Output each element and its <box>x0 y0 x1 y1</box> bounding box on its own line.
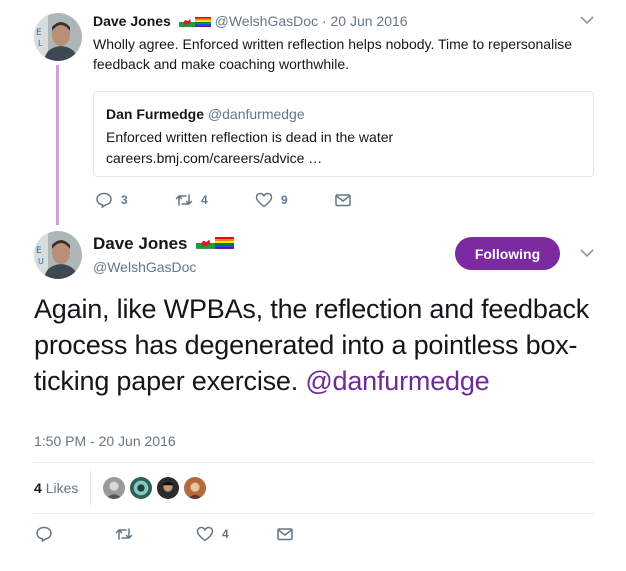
wales-flag-icon <box>196 237 216 249</box>
reply-icon <box>36 526 52 543</box>
quoted-tweet-text: Enforced written reflection is dead in t… <box>106 129 394 145</box>
direct-message-button[interactable] <box>334 191 352 209</box>
author-handle[interactable]: @WelshGasDoc <box>215 13 318 29</box>
heart-icon <box>196 526 214 542</box>
parent-tweet-header: Dave Jones @WelshGasDoc · 20 Jun 2016 <box>93 12 408 30</box>
tweet-date[interactable]: 20 Jun 2016 <box>331 13 408 29</box>
chevron-down-icon[interactable] <box>580 16 594 25</box>
rainbow-flag-icon <box>194 17 211 27</box>
divider <box>90 470 91 506</box>
direct-message-button[interactable] <box>276 525 294 543</box>
reply-button[interactable] <box>35 525 53 543</box>
quoted-tweet-card[interactable]: Dan Furmedge @danfurmedge Enforced writt… <box>93 91 594 177</box>
retweet-icon <box>175 194 193 206</box>
liker-avatar[interactable] <box>156 476 180 500</box>
likes-label: Likes <box>45 480 79 496</box>
like-button[interactable]: 9 <box>255 191 288 209</box>
tweet-text: Again, like WPBAs, the reflection and fe… <box>34 291 604 399</box>
divider <box>34 513 594 514</box>
chevron-down-icon[interactable] <box>580 249 594 258</box>
svg-text:U: U <box>38 257 44 266</box>
thread-line <box>56 65 59 225</box>
main-author-line: Dave Jones <box>93 234 235 254</box>
quoted-tweet-link: careers.bmj.com/careers/advice … <box>106 150 323 166</box>
author-name[interactable]: Dave Jones <box>93 234 188 253</box>
retweet-button[interactable]: 4 <box>175 191 208 209</box>
retweet-button[interactable] <box>115 525 133 543</box>
likes-summary[interactable]: 4 Likes <box>34 480 78 496</box>
liker-avatar[interactable] <box>183 476 207 500</box>
envelope-icon <box>277 528 293 541</box>
separator-dot: · <box>321 13 327 29</box>
quoted-author-handle: @danfurmedge <box>207 106 305 122</box>
like-button[interactable]: 4 <box>196 525 229 543</box>
quoted-author-name: Dan Furmedge <box>106 106 205 122</box>
reply-count: 3 <box>121 193 128 207</box>
like-count: 4 <box>222 527 229 541</box>
avatar[interactable]: E L <box>34 13 82 61</box>
liker-avatar[interactable] <box>129 476 153 500</box>
author-name[interactable]: Dave Jones <box>93 13 171 29</box>
reply-button[interactable]: 3 <box>95 191 128 209</box>
like-count: 9 <box>281 193 288 207</box>
following-button[interactable]: Following <box>455 237 560 270</box>
svg-text:L: L <box>38 39 43 48</box>
author-handle[interactable]: @WelshGasDoc <box>93 259 196 275</box>
rainbow-flag-icon <box>215 237 235 249</box>
avatar[interactable]: E U <box>34 231 82 279</box>
liker-avatar[interactable] <box>102 476 126 500</box>
svg-text:E: E <box>36 28 42 38</box>
likes-count: 4 <box>34 480 42 496</box>
retweet-count: 4 <box>201 193 208 207</box>
tweet-text: Wholly agree. Enforced written reflectio… <box>93 36 573 72</box>
heart-icon <box>255 192 273 208</box>
envelope-icon <box>335 194 351 207</box>
svg-text:E: E <box>36 246 42 256</box>
retweet-icon <box>115 528 133 540</box>
divider <box>34 462 594 463</box>
mention-link[interactable]: @danfurmedge <box>305 366 489 396</box>
reply-icon <box>96 192 112 209</box>
tweet-timestamp[interactable]: 1:50 PM - 20 Jun 2016 <box>34 433 176 449</box>
wales-flag-icon <box>178 17 195 27</box>
